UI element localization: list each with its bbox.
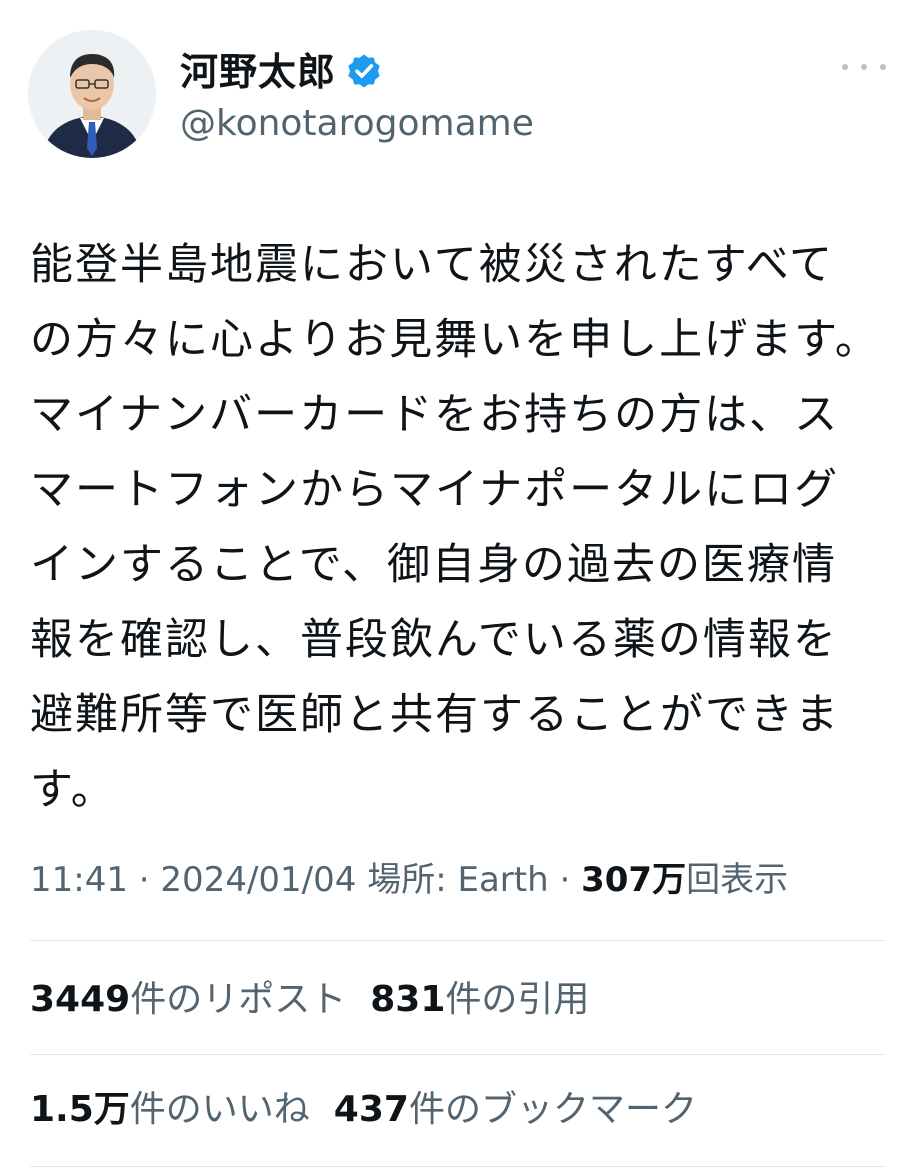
location-prefix: 場所: (356, 860, 458, 900)
more-dot (861, 64, 867, 70)
tweet-text-line: インすることで、御自身の過去の医療情 (30, 540, 837, 590)
stats-row-likes-bookmarks: 1.5万件のいいね 437件のブックマーク (30, 1085, 697, 1135)
tweet-time[interactable]: 11:41 (30, 860, 128, 900)
views-count[interactable]: 307万 (581, 860, 686, 900)
more-dot (880, 64, 886, 70)
tweet-meta: 11:41 · 2024/01/04 場所: Earth · 307万回表示 (30, 855, 788, 905)
reposts-label: 件のリポスト (130, 979, 347, 1020)
quotes-label: 件の引用 (445, 979, 590, 1020)
tweet-text-line: マートフォンからマイナポータルにログ (30, 465, 840, 515)
quotes-count: 831 (370, 979, 446, 1020)
more-options-icon[interactable] (842, 52, 886, 82)
tweet-header: 河野太郎 @konotarogomame (0, 0, 916, 190)
reposts-stat[interactable]: 3449件のリポスト (30, 979, 346, 1020)
bookmarks-count: 437 (333, 1089, 409, 1130)
avatar-photo (28, 30, 156, 158)
tweet-text: 能登半島地震において被災されたすべて の方々に心よりお見舞いを申し上げます。 マ… (30, 228, 892, 828)
tweet-date[interactable]: 2024/01/04 (160, 860, 356, 900)
reposts-count: 3449 (30, 979, 131, 1020)
divider (30, 940, 886, 941)
tweet-text-line: 避難所等で医師と共有することができま (30, 690, 840, 740)
divider (30, 1054, 886, 1055)
likes-stat[interactable]: 1.5万件のいいね (30, 1089, 310, 1130)
tweet-text-line: 能登半島地震において被災されたすべて (30, 240, 834, 290)
verified-badge-icon (344, 52, 384, 92)
bookmarks-label: 件のブックマーク (408, 1089, 697, 1130)
tweet-text-line: マイナンバーカードをお持ちの方は、ス (30, 390, 840, 440)
likes-label: 件のいいね (129, 1089, 310, 1130)
more-dot (842, 64, 848, 70)
author-handle[interactable]: @konotarogomame (180, 102, 534, 145)
avatar[interactable] (28, 30, 156, 158)
author-display-name[interactable]: 河野太郎 (180, 53, 336, 91)
tweet-text-line: の方々に心よりお見舞いを申し上げます。 (30, 315, 880, 365)
meta-separator: · (548, 860, 582, 900)
tweet-text-line: す。 (30, 765, 116, 815)
meta-separator: · (127, 860, 161, 900)
quotes-stat[interactable]: 831件の引用 (370, 979, 589, 1020)
divider (30, 1166, 886, 1167)
views-label: 回表示 (686, 860, 789, 900)
tweet-text-line: 報を確認し、普段飲んでいる薬の情報を (30, 615, 838, 665)
tweet-location: Earth (457, 860, 549, 900)
stats-row-reposts-quotes: 3449件のリポスト 831件の引用 (30, 975, 589, 1025)
author-name-row: 河野太郎 (180, 46, 384, 98)
bookmarks-stat[interactable]: 437件のブックマーク (334, 1089, 697, 1130)
likes-count: 1.5万 (30, 1089, 130, 1130)
